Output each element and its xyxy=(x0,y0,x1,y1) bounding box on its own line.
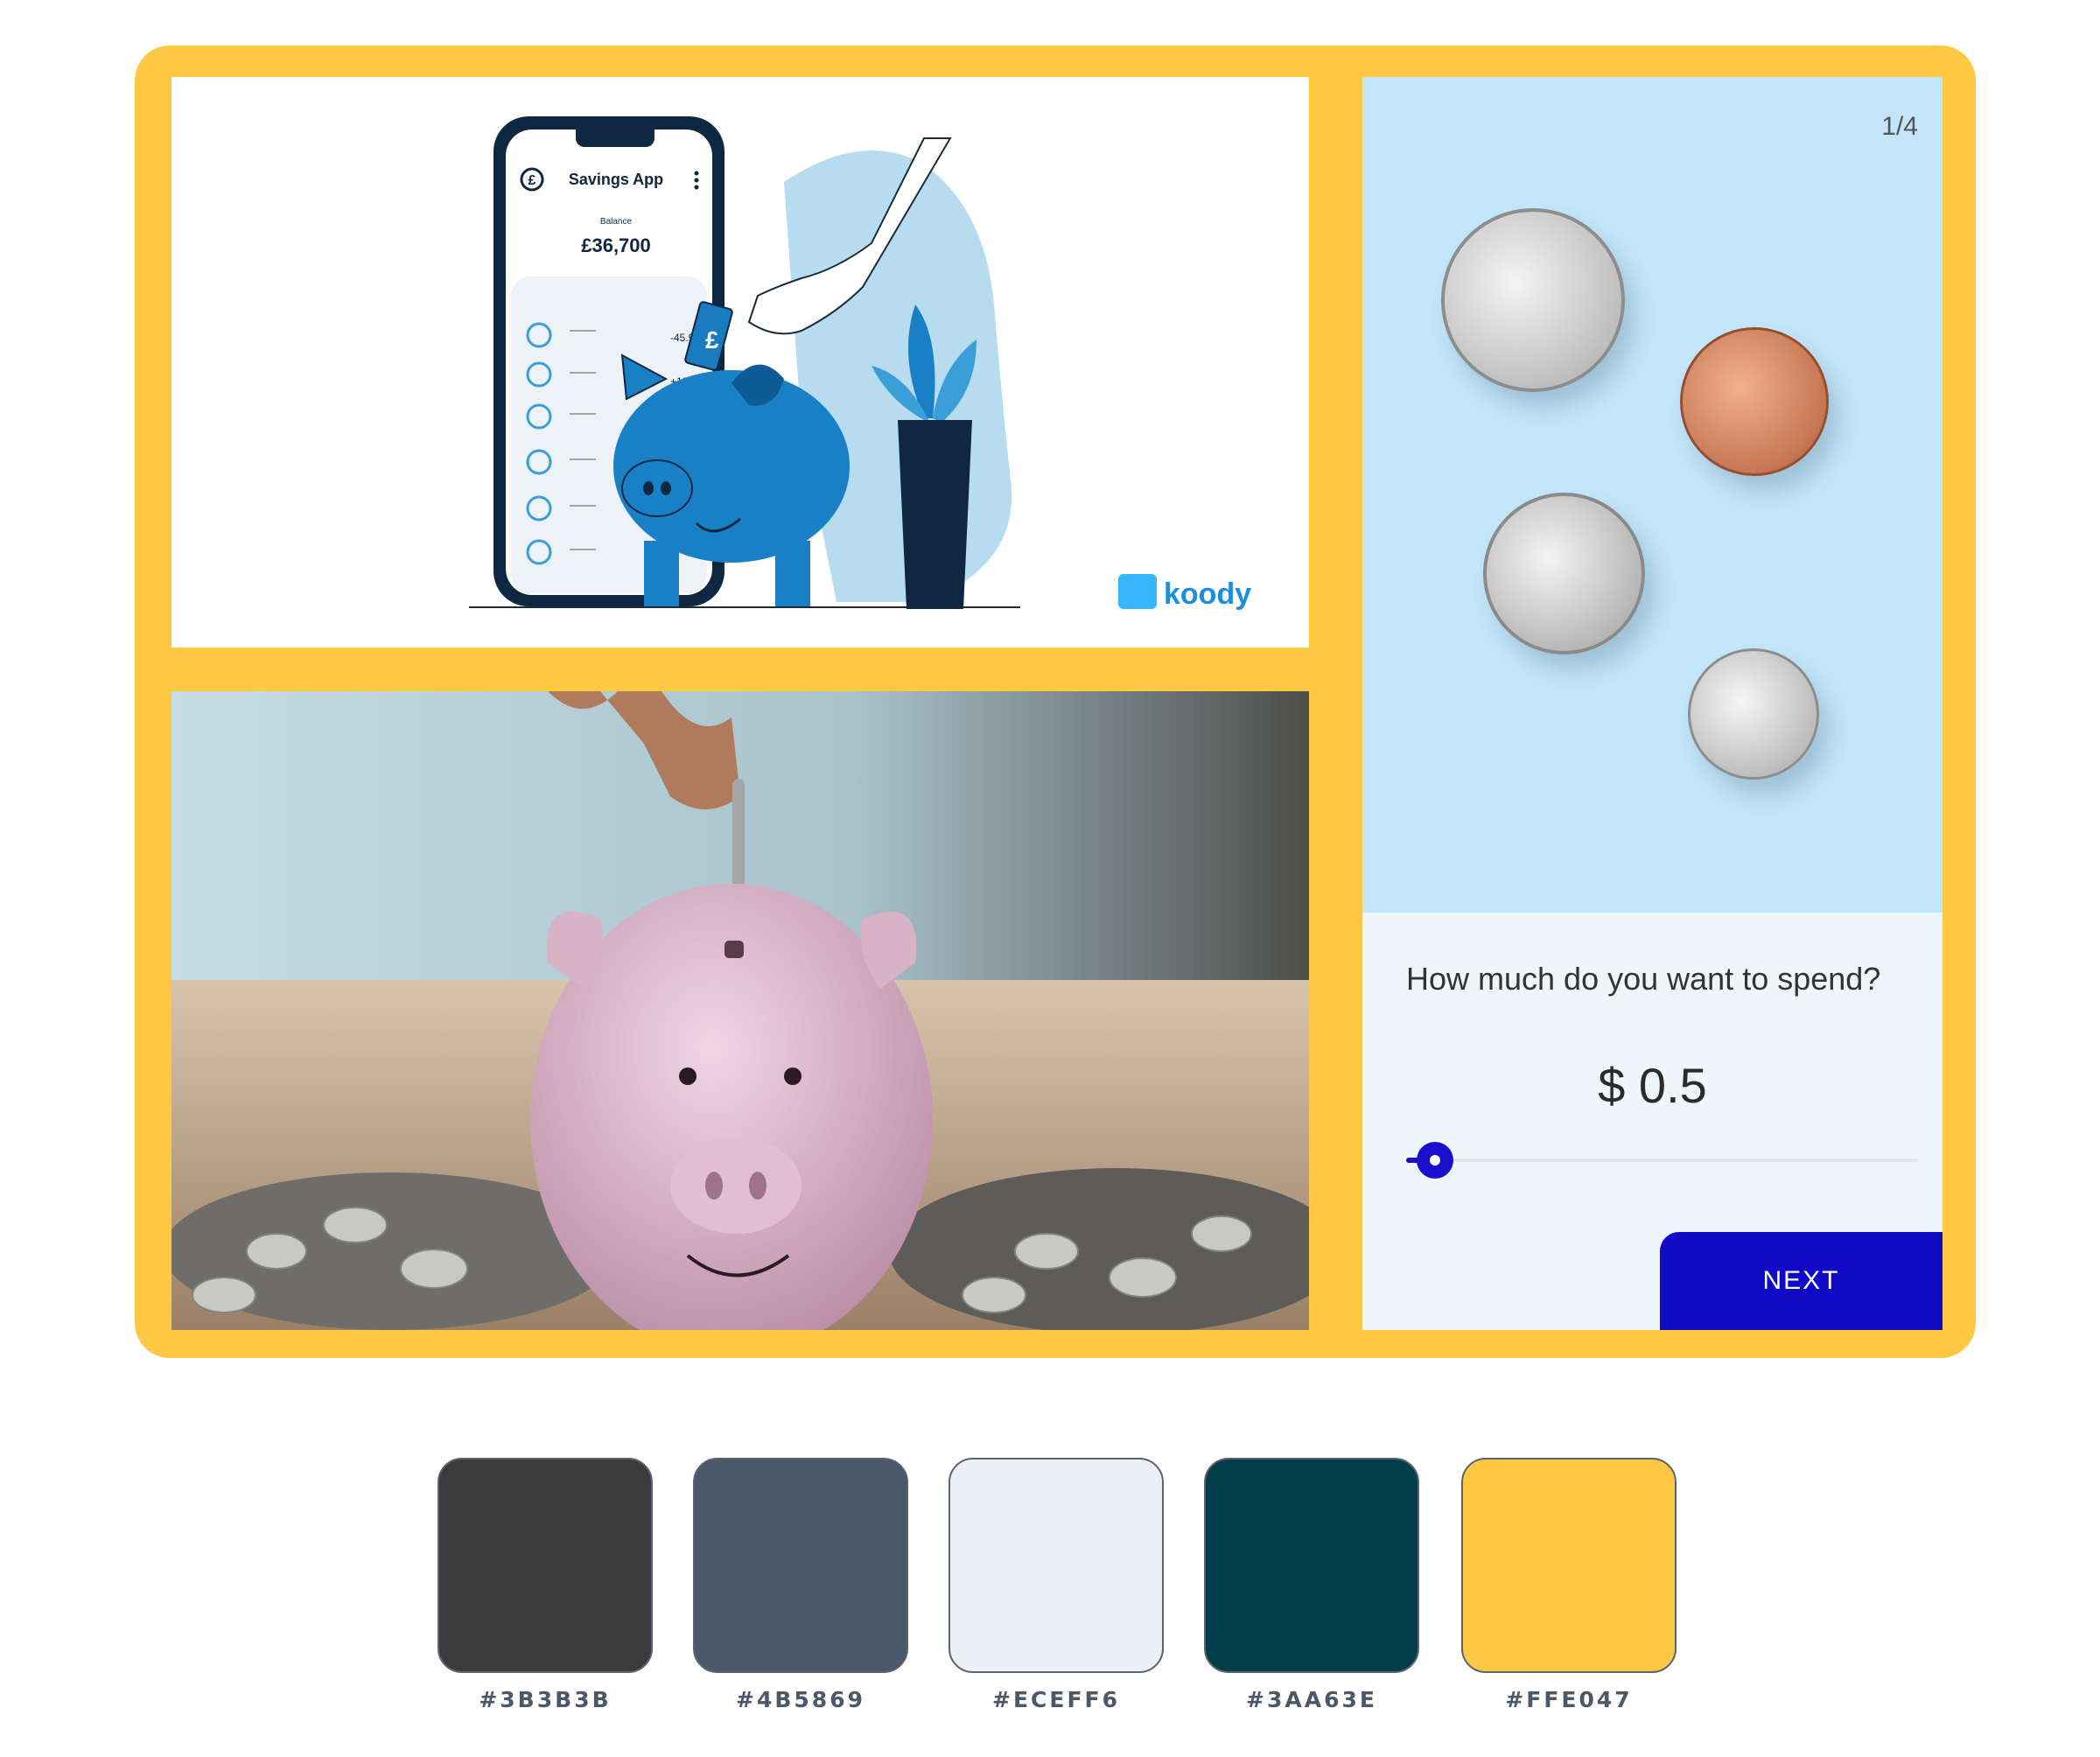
amount-value: $ 0.5 xyxy=(1598,1058,1707,1113)
palette-swatch xyxy=(693,1458,908,1673)
amount-slider-track[interactable] xyxy=(1406,1158,1918,1162)
palette-label: #FFE047 xyxy=(1505,1687,1633,1712)
palette-swatch xyxy=(1204,1458,1419,1673)
palette-swatch xyxy=(1461,1458,1676,1673)
coins-area xyxy=(1362,77,1942,913)
balance-label-text: Balance xyxy=(600,217,633,227)
quarter-coin-icon xyxy=(1441,208,1625,392)
app-title-text: Savings App xyxy=(569,171,663,188)
svg-text:£: £ xyxy=(528,173,536,188)
question-text: How much do you want to spend? xyxy=(1406,961,1881,997)
svg-text:£: £ xyxy=(705,326,719,354)
palette-label: #3AA63E xyxy=(1246,1687,1377,1712)
piggy-bank-photo xyxy=(172,691,1309,1330)
palette-swatch xyxy=(438,1458,653,1673)
palette-label: #3B3B3B xyxy=(479,1687,612,1712)
brand-logo: koody xyxy=(1164,578,1251,611)
palette-label: #4B5869 xyxy=(736,1687,865,1712)
palette-label: #ECEFF6 xyxy=(992,1687,1120,1712)
spend-quiz-screen: 1/4 How much do you want to spend? $ 0.5… xyxy=(1362,77,1942,1330)
palette-swatch xyxy=(948,1458,1164,1673)
penny-coin-icon xyxy=(1680,327,1829,476)
step-indicator: 1/4 xyxy=(1881,112,1918,141)
amount-slider-thumb[interactable] xyxy=(1417,1142,1454,1179)
next-button[interactable]: NEXT xyxy=(1660,1232,1942,1330)
nickel-coin-icon xyxy=(1483,493,1645,654)
dime-coin-icon xyxy=(1688,648,1819,780)
savings-app-illustration: £ Savings App Balance £36,700 -45.90 +10… xyxy=(172,77,1309,648)
balance-value-text: £36,700 xyxy=(581,234,651,256)
